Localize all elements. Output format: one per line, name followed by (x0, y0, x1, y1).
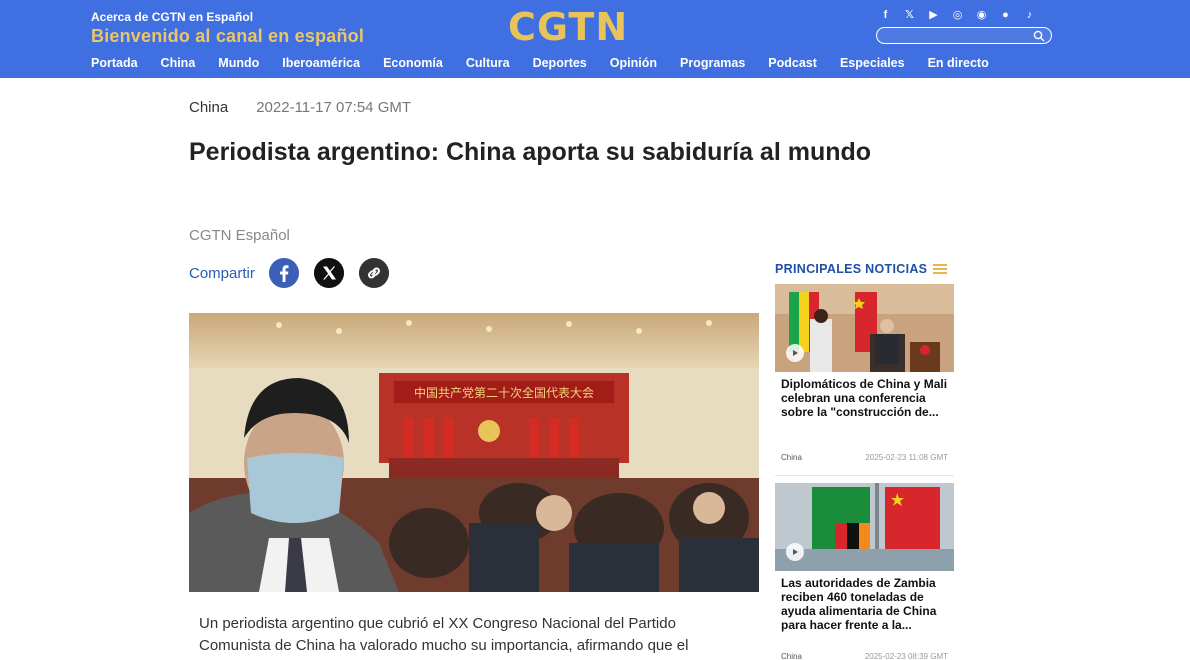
nav-mundo[interactable]: Mundo (218, 52, 259, 74)
divider (775, 475, 954, 476)
welcome-banner: Bienvenido al canal en español (91, 26, 365, 46)
cgtn-logo[interactable]: CGTN (508, 5, 628, 49)
news-thumbnail[interactable] (775, 284, 954, 372)
search-icon[interactable] (1033, 30, 1045, 42)
about-link[interactable]: Acerca de CGTN en Español (91, 10, 253, 24)
social-links: f 𝕏 ▶ ◎ ◉ ● ♪ (878, 8, 1037, 22)
top-news-title[interactable]: PRINCIPALES NOTICIAS (775, 262, 948, 276)
nav-portada[interactable]: Portada (91, 52, 138, 74)
congress-banner-text: 中国共产党第二十次全国代表大会 (414, 385, 594, 400)
nav-cultura[interactable]: Cultura (466, 52, 510, 74)
nav-especiales[interactable]: Especiales (840, 52, 905, 74)
site-header: Acerca de CGTN en Español Bienvenido al … (0, 0, 1190, 78)
article-category[interactable]: China (189, 99, 228, 116)
news-date: 2025-02-23 08:39 GMT (864, 652, 948, 660)
nav-opinion[interactable]: Opinión (610, 52, 657, 74)
nav-en-directo[interactable]: En directo (928, 52, 989, 74)
news-headline[interactable]: Las autoridades de Zambia reciben 460 to… (775, 576, 950, 632)
x-icon[interactable]: 𝕏 (902, 8, 917, 22)
nav-china[interactable]: China (161, 52, 196, 74)
article-title: Periodista argentino: China aporta su sa… (189, 138, 872, 166)
share-label: Compartir (189, 264, 255, 282)
nav-iberoamerica[interactable]: Iberoamérica (282, 52, 360, 74)
news-category[interactable]: China (781, 652, 802, 660)
news-meta: China 2025-02-23 08:39 GMT (781, 652, 948, 660)
wechat-icon[interactable]: ● (998, 8, 1013, 22)
article-datetime: 2022-11-17 07:54 GMT (256, 99, 412, 116)
news-meta: China 2025-02-23 11:08 GMT (781, 453, 948, 462)
facebook-share-icon[interactable] (268, 258, 299, 288)
menu-icon[interactable] (933, 264, 948, 274)
article-body: Un periodista argentino que cubrió el XX… (199, 615, 689, 660)
news-date: 2025-02-23 11:08 GMT (865, 453, 948, 462)
play-icon[interactable] (786, 344, 804, 362)
article-author: CGTN Español (189, 227, 290, 244)
youtube-icon[interactable]: ▶ (926, 8, 941, 22)
nav-programas[interactable]: Programas (680, 52, 745, 74)
play-icon[interactable] (786, 543, 804, 561)
share-bar: Compartir (189, 258, 404, 288)
nav-podcast[interactable]: Podcast (768, 52, 817, 74)
article-meta: China 2022-11-17 07:54 GMT (189, 99, 411, 116)
nav-deportes[interactable]: Deportes (533, 52, 587, 74)
facebook-icon[interactable]: f (878, 8, 893, 22)
instagram-icon[interactable]: ◎ (950, 8, 965, 22)
article-main-image: 中国共产党第二十次全国代表大会 (189, 313, 759, 592)
news-thumbnail[interactable] (775, 483, 954, 571)
search-input[interactable] (876, 27, 1052, 44)
main-nav: Portada China Mundo Iberoamérica Economí… (91, 52, 1012, 74)
x-share-icon[interactable] (313, 258, 344, 288)
news-card[interactable]: Diplomáticos de China y Mali celebran un… (775, 284, 954, 462)
copy-link-icon[interactable] (358, 258, 389, 288)
top-news-label: PRINCIPALES NOTICIAS (775, 262, 928, 276)
nav-economia[interactable]: Economía (383, 52, 443, 74)
weibo-icon[interactable]: ◉ (974, 8, 989, 22)
news-card[interactable]: Las autoridades de Zambia reciben 460 to… (775, 483, 954, 660)
news-headline[interactable]: Diplomáticos de China y Mali celebran un… (775, 377, 950, 419)
tiktok-icon[interactable]: ♪ (1022, 8, 1037, 22)
news-category[interactable]: China (781, 453, 802, 462)
